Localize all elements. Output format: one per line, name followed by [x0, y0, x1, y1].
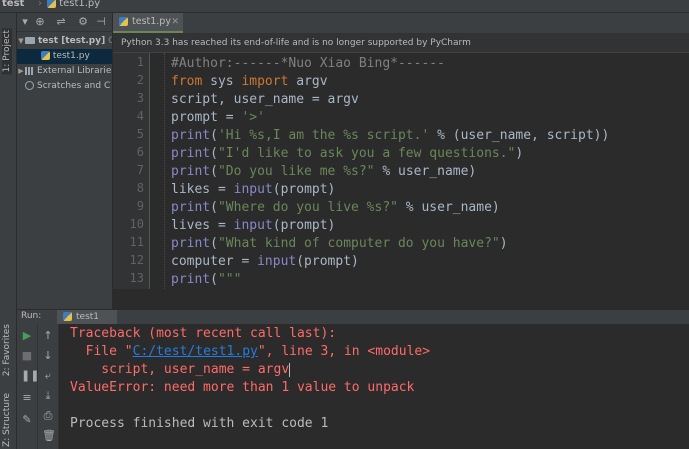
pin-icon[interactable]: ✎ — [21, 414, 33, 426]
tool-tab-structure[interactable]: Z: Structure — [2, 393, 12, 447]
editor-tab-label: test1.py — [132, 16, 171, 27]
tool-tab-favorites[interactable]: 2: Favorites — [2, 324, 12, 376]
close-icon[interactable]: ✕ — [171, 13, 179, 31]
eol-warning-banner: Python 3.3 has reached its end-of-life a… — [113, 34, 689, 53]
panel-menu-icon[interactable]: ▾ — [19, 16, 31, 28]
python-file-icon — [41, 51, 50, 60]
banner-text: Python 3.3 has reached its end-of-life a… — [121, 38, 471, 48]
scroll-to-end-icon[interactable]: ⤓ — [42, 390, 54, 402]
console-line-source: script, user_name = argv — [70, 362, 291, 377]
trash-icon[interactable]: 🗑 — [42, 430, 56, 442]
tree-item-label: Scratches and C — [37, 81, 111, 91]
code-line: print("Do you like me %s?" % user_name) — [171, 164, 477, 179]
project-toolbar: ▾ ⊕ ⇌ ⚙ ⊣ — [17, 13, 112, 32]
tree-item-scratches[interactable]: Scratches and C — [17, 79, 112, 94]
console-line-error: ValueError: need more than 1 value to un… — [70, 380, 415, 395]
line-number: 5 — [136, 127, 144, 141]
code-line: script, user_name = argv — [171, 92, 359, 107]
code-line: print('Hi %s,I am the %s script.' % (use… — [171, 128, 610, 143]
down-arrow-icon[interactable]: ↓ — [42, 350, 54, 362]
code-line: print("I'd like to ask you a few questio… — [171, 146, 524, 161]
locate-icon[interactable]: ⊕ — [34, 16, 46, 28]
code-line: print("What kind of computer do you have… — [171, 236, 508, 251]
tree-item-project-root[interactable]: ▼test [test.py] C — [17, 34, 112, 49]
code-line: likes = input(prompt) — [171, 182, 336, 197]
project-panel: ▾ ⊕ ⇌ ⚙ ⊣ ▼test [test.py] C test1.py ▶Ex… — [17, 13, 113, 309]
library-icon — [25, 66, 34, 75]
python-file-icon — [63, 312, 72, 321]
tree-item-label: test1.py — [52, 51, 90, 61]
line-number: 4 — [136, 109, 144, 123]
line-number: 12 — [129, 253, 144, 267]
line-number: 6 — [136, 145, 144, 159]
collapse-settings-icon[interactable]: ⇌ — [55, 16, 67, 28]
soft-wrap-icon[interactable]: ⤶ — [42, 370, 54, 382]
stop-icon[interactable]: ■ — [21, 350, 33, 362]
line-number: 13 — [129, 271, 144, 285]
code-line: print("Where do you live %s?" % user_nam… — [171, 200, 500, 215]
up-arrow-icon[interactable]: ↑ — [42, 330, 54, 342]
tree-item-label: External Librarie — [37, 66, 112, 76]
line-number: 2 — [136, 73, 144, 87]
editor-tab-test1[interactable]: test1.py ✕ — [113, 13, 183, 33]
tree-item-test1-py[interactable]: test1.py — [17, 49, 112, 64]
line-number: 8 — [136, 181, 144, 195]
navigation-bar: test › test1.py — [0, 0, 689, 13]
scratch-icon — [25, 81, 34, 90]
run-toolbar-primary: ▶ ■ ❚❚ ≡ ✎ — [17, 324, 39, 449]
breadcrumb-project[interactable]: test — [2, 0, 24, 9]
line-number: 1 — [136, 55, 144, 69]
line-number: 10 — [129, 217, 144, 231]
file-link[interactable]: C:/test/test1.py — [133, 344, 258, 359]
code-editor[interactable]: #Author:------*Nuo Xiao Bing*------ from… — [150, 53, 689, 289]
folder-icon — [25, 37, 35, 44]
code-line: #Author:------*Nuo Xiao Bing*------ — [171, 56, 445, 71]
left-tool-strip: 1: Project 2: Favorites Z: Structure — [0, 13, 17, 449]
run-toolbar-secondary: ↑ ↓ ⤶ ⤓ ⎙ 🗑 — [38, 324, 59, 449]
line-number-gutter: 1 2 3 4 5 6 7 8 9 10 11 12 13 — [113, 53, 150, 289]
code-line: computer = input(prompt) — [171, 254, 359, 269]
line-number: 9 — [136, 199, 144, 213]
line-number: 11 — [129, 235, 144, 249]
tool-tab-project[interactable]: 1: Project — [2, 28, 12, 75]
tree-item-external-libraries[interactable]: ▶ External Librarie — [17, 64, 112, 79]
run-tab-test1[interactable]: test1 — [57, 310, 117, 324]
run-panel-header: Run: test1 — [17, 309, 689, 325]
line-number: 7 — [136, 163, 144, 177]
code-line: from sys import argv — [171, 74, 328, 89]
editor-tab-bar: test1.py ✕ — [113, 13, 689, 34]
gear-icon[interactable]: ⚙ — [77, 16, 89, 28]
rerun-icon[interactable]: ▶ — [21, 330, 33, 342]
hide-icon[interactable]: ⊣ — [95, 16, 107, 28]
expand-arrow-icon[interactable]: ▶ — [17, 64, 25, 79]
breadcrumb-separator: › — [38, 0, 42, 9]
code-line: prompt = '>' — [171, 110, 265, 125]
print-icon[interactable]: ⎙ — [42, 410, 54, 422]
tree-item-label: test [test.py] — [38, 36, 106, 46]
console-line: Traceback (most recent call last): — [70, 326, 337, 341]
console-line-traceback-file: File "C:/test/test1.py", line 3, in <mod… — [70, 344, 431, 359]
pause-icon[interactable]: ❚❚ — [21, 370, 39, 382]
run-label: Run: — [21, 311, 42, 321]
python-file-icon — [119, 17, 128, 26]
line-number: 3 — [136, 91, 144, 105]
breadcrumb-file: test1.py — [59, 0, 101, 9]
run-tab-label: test1 — [76, 312, 100, 322]
console-line-exit: Process finished with exit code 1 — [70, 416, 329, 431]
code-line: print(""" — [171, 272, 242, 287]
dump-threads-icon[interactable]: ≡ — [21, 392, 33, 404]
text-caret — [289, 362, 291, 377]
run-console[interactable]: Traceback (most recent call last): File … — [59, 324, 689, 449]
python-file-icon — [47, 0, 56, 8]
breadcrumb-file-item[interactable]: test1.py — [47, 0, 100, 9]
code-line: lives = input(prompt) — [171, 218, 336, 233]
expand-arrow-icon[interactable]: ▼ — [17, 34, 25, 49]
